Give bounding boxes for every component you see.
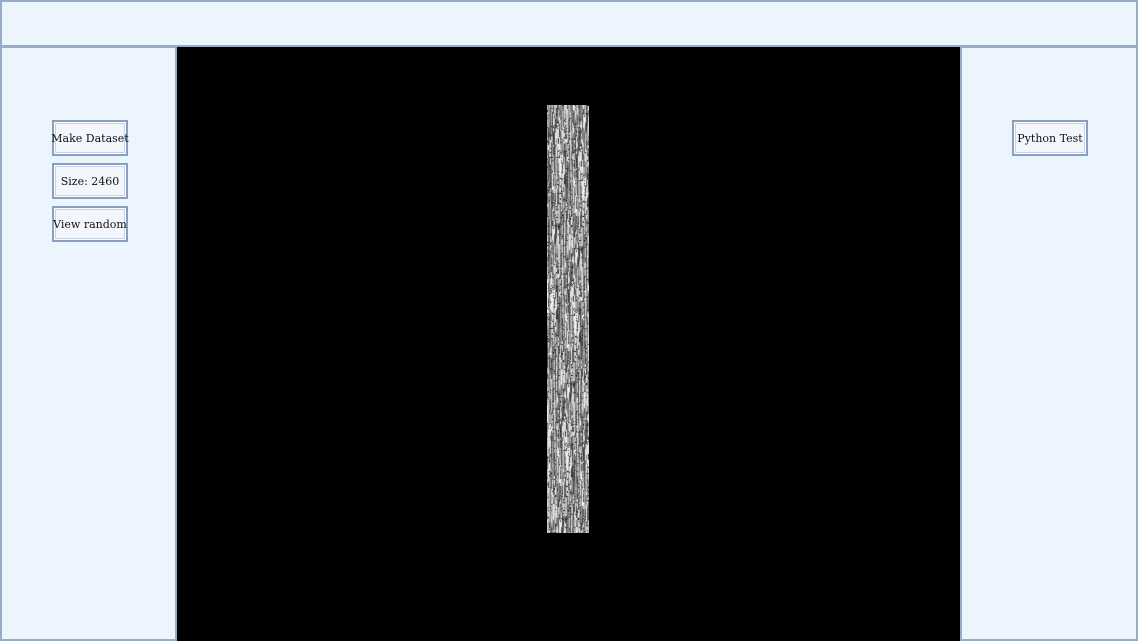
- view-random-button[interactable]: View random: [52, 206, 128, 242]
- image-canvas: [177, 47, 960, 641]
- right-panel: Python Test: [960, 46, 1138, 641]
- left-panel: Make Dataset Size: 2460 View random: [0, 46, 177, 641]
- noise-strip-image: [547, 105, 589, 533]
- top-bar: [0, 0, 1138, 47]
- size-button[interactable]: Size: 2460: [52, 163, 128, 199]
- make-dataset-button[interactable]: Make Dataset: [51, 120, 129, 156]
- python-test-button[interactable]: Python Test: [1012, 120, 1088, 156]
